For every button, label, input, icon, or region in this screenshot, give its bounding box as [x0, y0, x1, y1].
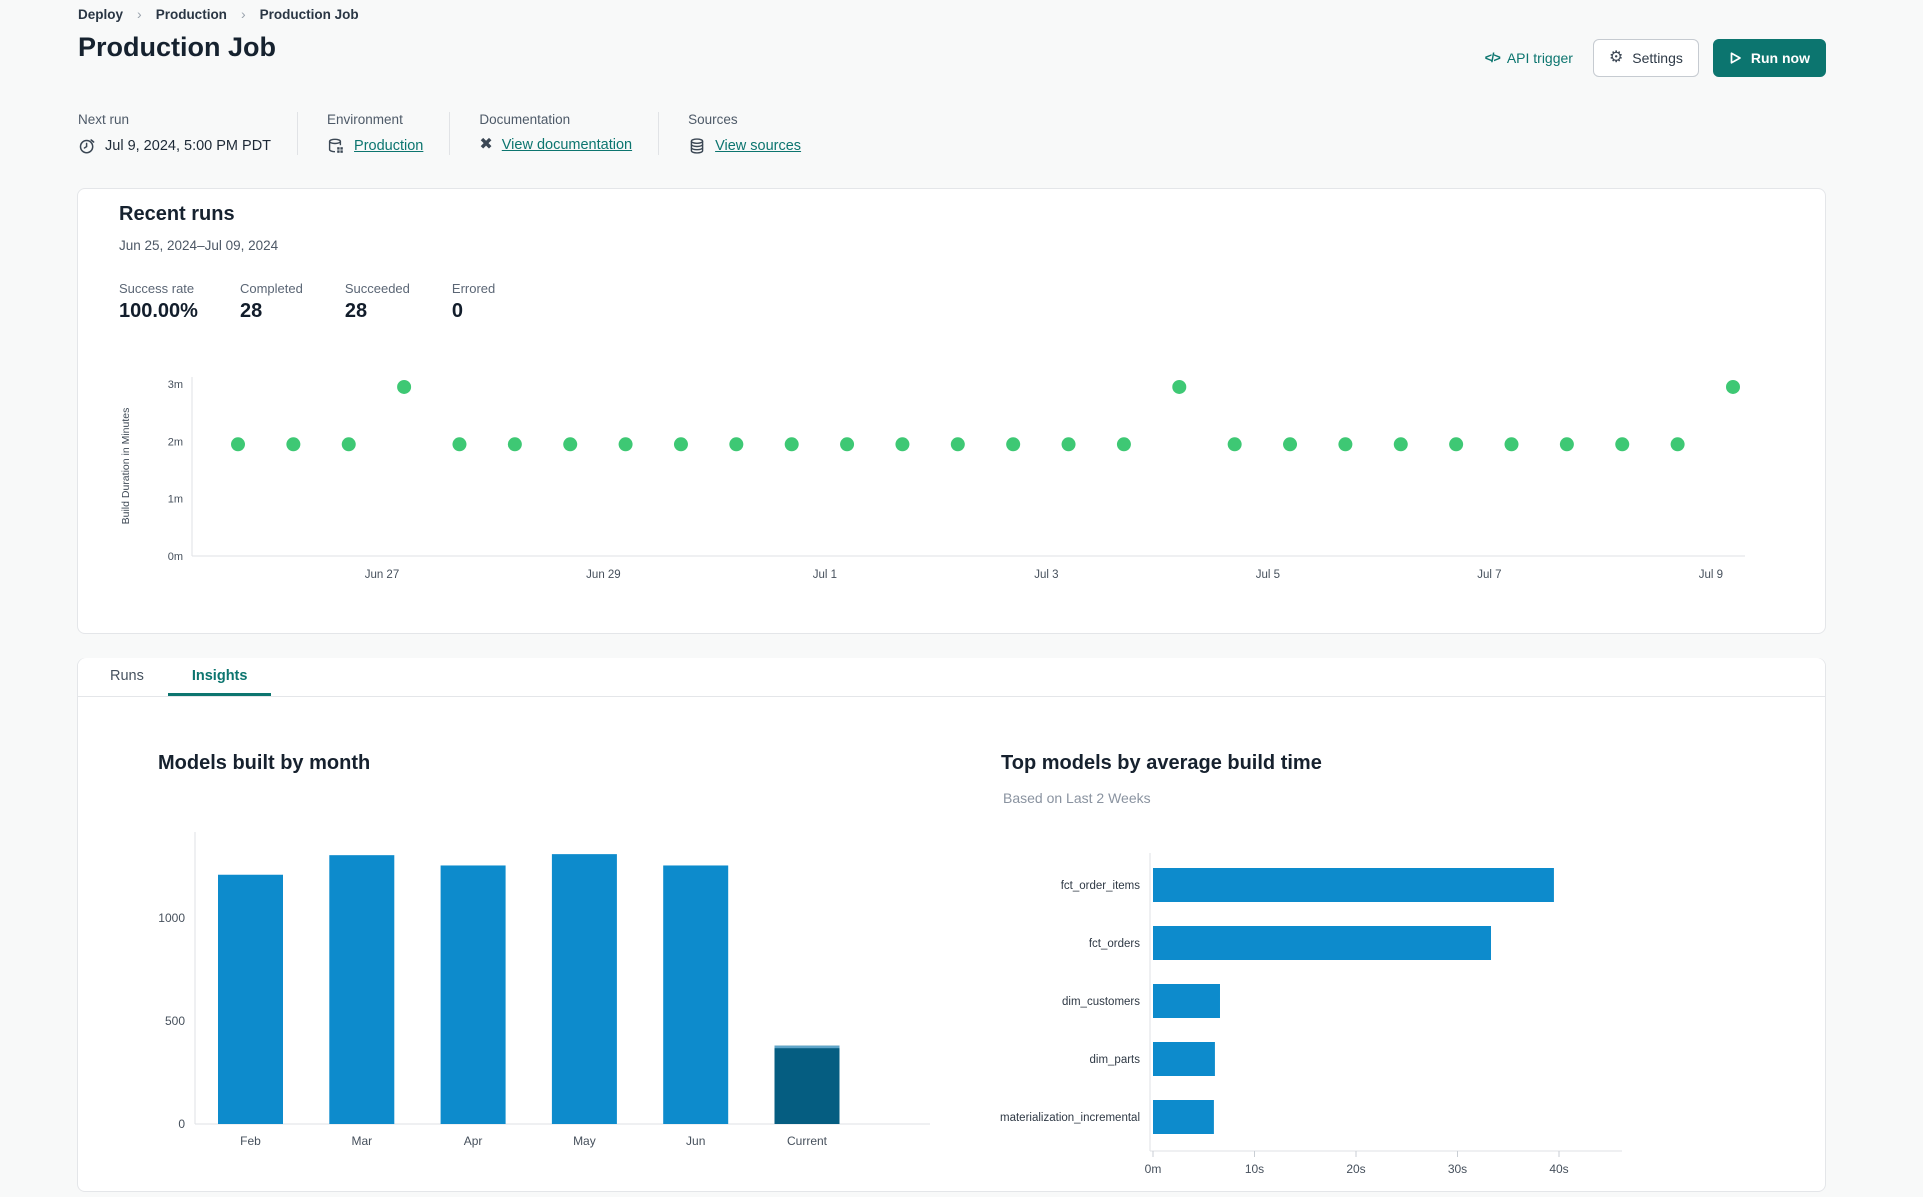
svg-text:dim_customers: dim_customers: [1062, 996, 1140, 1008]
svg-text:0m: 0m: [1145, 1162, 1162, 1176]
play-icon: [1730, 52, 1741, 64]
svg-text:Jul 3: Jul 3: [1034, 569, 1058, 581]
stat-errored: Errored 0: [451, 281, 496, 322]
breadcrumb: Deploy › Production › Production Job: [78, 6, 359, 22]
job-info-row: Next run Jul 9, 2024, 5:00 PM PDT Enviro…: [78, 112, 856, 155]
settings-button[interactable]: ⚙ Settings: [1592, 39, 1699, 77]
settings-label: Settings: [1632, 50, 1683, 66]
svg-text:materialization_incremental: materialization_incremental: [1000, 1112, 1140, 1124]
svg-text:2m: 2m: [168, 436, 183, 448]
top-models-subtitle: Based on Last 2 Weeks: [1003, 790, 1151, 806]
svg-text:Jul 5: Jul 5: [1256, 569, 1280, 581]
header-actions: </> API trigger ⚙ Settings Run now: [1485, 38, 1826, 78]
tab-insights[interactable]: Insights: [167, 658, 272, 696]
top-models-hbar-chart: fct_order_items fct_orders dim_customersdi…: [1000, 853, 1622, 1176]
breadcrumb-deploy[interactable]: Deploy: [78, 7, 123, 22]
next-run-column: Next run Jul 9, 2024, 5:00 PM PDT: [78, 112, 299, 155]
alarm-clock-icon: [79, 139, 95, 154]
chevron-right-icon: ›: [137, 6, 142, 22]
api-trigger-link[interactable]: </> API trigger: [1485, 50, 1573, 66]
svg-text:500: 500: [165, 1014, 185, 1028]
api-trigger-label: API trigger: [1506, 50, 1573, 66]
tab-bar: Runs Insights: [78, 658, 1825, 697]
svg-text:0: 0: [178, 1117, 185, 1131]
run-now-button[interactable]: Run now: [1712, 39, 1826, 77]
svg-text:dim_parts: dim_parts: [1090, 1054, 1141, 1066]
svg-text:Jun 27: Jun 27: [365, 569, 400, 581]
svg-text:Jul 7: Jul 7: [1477, 569, 1501, 581]
view-sources-link[interactable]: View sources: [715, 138, 801, 154]
tab-runs[interactable]: Runs: [86, 658, 168, 696]
recent-runs-date-range: Jun 25, 2024–Jul 09, 2024: [119, 238, 279, 253]
recent-runs-stats: Success rate 100.00% Completed 28 Succee…: [119, 281, 495, 323]
run-duration-scatter-chart: Build Duration in Minutes 0m 1m 2m 3m Jun 27 J…: [120, 377, 1745, 581]
svg-text:Build Duration in Minutes: Build Duration in Minutes: [120, 408, 132, 525]
environment-link[interactable]: Production: [354, 138, 423, 154]
svg-text:Jul 1: Jul 1: [813, 569, 837, 581]
sources-database-icon: [690, 138, 704, 154]
svg-text:20s: 20s: [1346, 1162, 1365, 1176]
svg-text:Jun: Jun: [686, 1134, 705, 1148]
run-now-label: Run now: [1750, 50, 1810, 66]
recent-runs-title: Recent runs: [119, 203, 235, 225]
svg-text:Feb: Feb: [240, 1134, 261, 1148]
models-by-month-bar-chart: 0 500 1000 Feb Mar Apr May Jun Current: [158, 832, 930, 1148]
breadcrumb-production-job: Production Job: [259, 6, 359, 22]
environment-label: Environment: [327, 112, 403, 127]
svg-text:3m: 3m: [168, 379, 183, 391]
svg-text:May: May: [573, 1134, 596, 1148]
sources-label: Sources: [688, 112, 738, 127]
svg-text:1m: 1m: [168, 494, 183, 506]
top-models-title: Top models by average build time: [1001, 752, 1322, 774]
documentation-label: Documentation: [479, 112, 571, 127]
next-run-label: Next run: [78, 112, 130, 127]
gear-icon: ⚙: [1608, 49, 1624, 66]
breadcrumb-production[interactable]: Production: [156, 7, 227, 22]
view-documentation-link[interactable]: View documentation: [502, 137, 632, 153]
dbt-logo-icon: ✖: [479, 136, 493, 153]
code-icon: </>: [1484, 51, 1501, 65]
documentation-column: Documentation ✖ View documentation: [479, 112, 660, 155]
svg-text:Jul 9: Jul 9: [1699, 569, 1723, 581]
environment-database-icon: [328, 138, 343, 153]
environment-column: Environment Production: [327, 112, 451, 155]
sources-column: Sources View sources: [688, 112, 827, 155]
svg-text:1000: 1000: [158, 911, 185, 925]
stat-success-rate: Success rate 100.00%: [119, 281, 198, 322]
svg-text:Apr: Apr: [464, 1134, 483, 1148]
svg-text:0m: 0m: [168, 551, 183, 563]
svg-text:40s: 40s: [1549, 1162, 1568, 1176]
svg-text:30s: 30s: [1448, 1162, 1467, 1176]
svg-text:Mar: Mar: [351, 1134, 372, 1148]
stat-succeeded: Succeeded 28: [344, 281, 410, 322]
chevron-right-icon: ›: [240, 6, 246, 22]
svg-text:fct_order_items: fct_order_items: [1061, 880, 1141, 892]
next-run-value: Jul 9, 2024, 5:00 PM PDT: [105, 138, 272, 154]
models-by-month-title: Models built by month: [158, 752, 371, 774]
svg-text:Current: Current: [787, 1134, 828, 1148]
stat-completed: Completed 28: [239, 281, 303, 322]
svg-text:10s: 10s: [1245, 1162, 1264, 1176]
production-job-page: Deploy › Production › Production Job Pro…: [0, 0, 1923, 1197]
page-title: Production Job: [78, 32, 276, 62]
svg-text:Jun 29: Jun 29: [586, 569, 621, 581]
svg-text:fct_orders: fct_orders: [1089, 938, 1140, 950]
